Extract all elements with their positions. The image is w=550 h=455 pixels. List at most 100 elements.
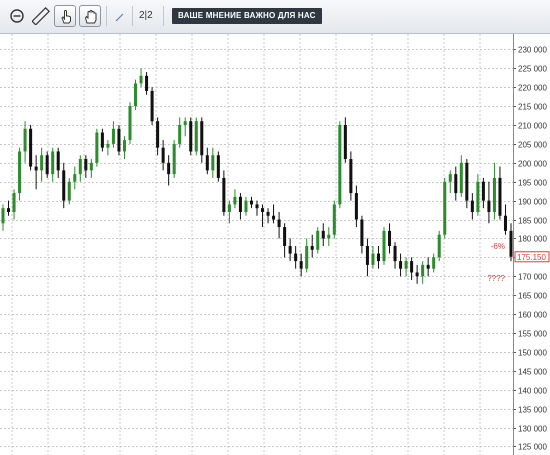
candle-body-down	[465, 162, 469, 201]
candle-body-up	[194, 121, 198, 152]
candle-body-up	[89, 162, 93, 171]
y-tick-label: 185 000	[518, 217, 547, 226]
candle-body-down	[189, 121, 193, 152]
candle-body-up	[371, 253, 375, 265]
candle-body-down	[365, 246, 369, 265]
candle-body-up	[1, 208, 5, 224]
candle-body-down	[222, 177, 226, 212]
last-price-label: 175.150	[517, 253, 546, 262]
candle-body-down	[481, 181, 485, 201]
candle-body-up	[139, 75, 143, 84]
candle-body-down	[7, 208, 11, 212]
candle-body-down	[288, 246, 292, 254]
candle-body-down	[503, 215, 507, 231]
candle-body-up	[178, 124, 182, 144]
y-tick-label: 195 000	[518, 179, 547, 188]
candle-body-down	[498, 177, 502, 216]
y-tick-label: 165 000	[518, 292, 547, 301]
y-tick-label: 145 000	[518, 368, 547, 377]
candle-body-down	[84, 159, 88, 171]
candle-body-up	[211, 155, 215, 171]
zoom-out-button[interactable]	[6, 5, 28, 27]
candle-body-up	[128, 106, 132, 141]
candle-body-up	[316, 230, 320, 250]
candle-body-up	[421, 264, 425, 277]
chart-annotation: ????	[487, 274, 505, 283]
candle-body-down	[299, 261, 303, 269]
price-chart[interactable]: 230 000 225 000 220 000 215 000 210 000 205 0…	[0, 34, 550, 455]
candle-body-up	[332, 204, 336, 235]
candle-body-up	[95, 132, 99, 163]
feedback-banner[interactable]: ВАШЕ МНЕНИЕ ВАЖНО ДЛЯ НАС	[172, 8, 322, 24]
toolbar-separator	[163, 6, 164, 26]
y-tick-label: 210 000	[518, 122, 547, 131]
candle-body-up	[305, 246, 309, 269]
candle-body-down	[470, 200, 474, 212]
candle-body-down	[266, 211, 270, 216]
candle-body-up	[404, 261, 408, 269]
draw-line-button[interactable]	[109, 5, 131, 27]
candle-body-down	[354, 193, 358, 220]
candle-body-up	[492, 177, 496, 212]
y-tick-label: 200 000	[518, 160, 547, 169]
ruler-button[interactable]	[30, 5, 52, 27]
candle-body-up	[40, 155, 44, 171]
y-tick-label: 205 000	[518, 141, 547, 150]
y-tick-label: 130 000	[518, 425, 547, 434]
candle-body-up	[23, 128, 27, 152]
candle-body-up	[12, 193, 16, 212]
candle-body-down	[454, 174, 458, 194]
pointer-hand-button[interactable]	[54, 5, 76, 27]
candle-body-down	[426, 264, 430, 269]
candle-body-down	[277, 219, 281, 228]
chart-counter: 2|2	[139, 10, 153, 21]
candle-body-down	[283, 227, 287, 246]
candle-body-up	[432, 257, 436, 269]
candle-body-down	[249, 200, 253, 205]
candle-body-up	[227, 204, 231, 212]
candle-body-up	[106, 143, 110, 148]
candle-body-down	[294, 253, 298, 262]
candle-body-down	[376, 253, 380, 262]
candle-body-down	[343, 124, 347, 160]
toolbar-separator	[132, 6, 133, 26]
y-tick-label: 150 000	[518, 349, 547, 358]
candle-body-down	[360, 219, 364, 246]
candle-body-down	[261, 208, 265, 212]
pen-icon	[115, 13, 124, 22]
y-tick-label: 140 000	[518, 387, 547, 396]
candle-body-down	[205, 155, 209, 171]
candle-body-down	[117, 128, 121, 152]
candle-body-up	[134, 83, 138, 107]
candle-body-down	[410, 261, 414, 273]
toolbar-separator	[106, 6, 107, 26]
candle-body-down	[272, 215, 276, 220]
candle-body-up	[111, 128, 115, 144]
candle-body-up	[18, 151, 22, 194]
candle-body-down	[216, 155, 220, 178]
candle-body-up	[244, 200, 248, 212]
candle-body-down	[29, 128, 33, 167]
candle-body-down	[167, 162, 171, 175]
candle-body-up	[443, 181, 447, 235]
y-tick-label: 160 000	[518, 311, 547, 320]
candle-body-up	[338, 124, 342, 205]
candle-body-down	[388, 230, 392, 246]
chart-annotation: -6%	[491, 242, 505, 251]
grab-hand-button[interactable]	[79, 5, 101, 27]
candle-body-down	[34, 166, 38, 171]
candle-body-down	[150, 90, 154, 122]
candle-body-up	[172, 143, 176, 175]
ruler-icon	[32, 7, 50, 25]
candle-body-up	[459, 162, 463, 194]
y-tick-label: 155 000	[518, 330, 547, 339]
y-tick-label: 225 000	[518, 65, 547, 74]
candlestick-chart[interactable]: 230 000 225 000 220 000 215 000 210 000 205 0…	[0, 34, 550, 455]
candle-body-down	[62, 170, 66, 201]
candle-body-up	[476, 181, 480, 212]
y-tick-label: 180 000	[518, 235, 547, 244]
y-tick-label: 135 000	[518, 406, 547, 415]
candle-body-up	[122, 140, 126, 152]
candle-body-down	[487, 200, 491, 212]
candle-body-down	[156, 121, 160, 148]
